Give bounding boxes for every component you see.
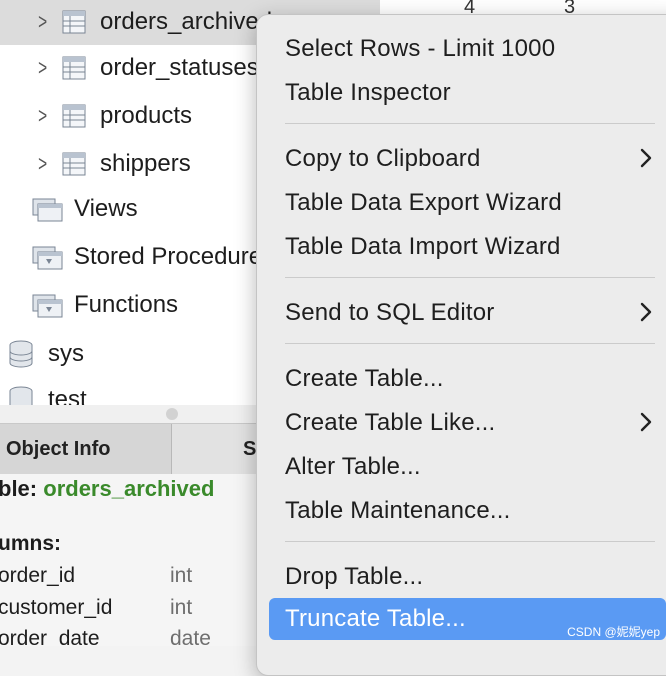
context-menu: Select Rows - Limit 1000 Table Inspector… [256, 14, 666, 676]
menu-item-copy-to-clipboard[interactable]: Copy to Clipboard [269, 138, 666, 180]
table-icon [62, 10, 86, 34]
menu-separator [285, 277, 655, 278]
column-type: date [170, 627, 211, 646]
menu-item-table-data-import-wizard[interactable]: Table Data Import Wizard [269, 226, 666, 268]
column-name: order_id [0, 564, 76, 587]
submenu-arrow-icon [640, 302, 652, 322]
menu-separator [285, 123, 655, 124]
submenu-arrow-icon [640, 148, 652, 168]
menu-item-table-data-export-wizard[interactable]: Table Data Export Wizard [269, 182, 666, 224]
tree-item-label: test [48, 386, 87, 405]
tree-item-label: products [100, 102, 193, 129]
column-name: order_date [0, 627, 100, 646]
menu-item-label: Alter Table... [285, 453, 421, 480]
table-icon [62, 104, 86, 128]
tree-item-label: order_statuses [100, 54, 259, 81]
tree-item-orders-archived[interactable]: > orders_archived [36, 0, 272, 46]
chevron-right-icon[interactable]: > [38, 9, 48, 35]
menu-item-table-maintenance[interactable]: Table Maintenance... [269, 490, 666, 532]
tree-item-label: Functions [74, 291, 179, 318]
menu-item-label: Send to SQL Editor [285, 299, 495, 326]
title-prefix: ble: [0, 476, 38, 501]
tree-item-label: Stored Procedures [74, 243, 275, 270]
submenu-arrow-icon [640, 412, 652, 432]
splitter-handle-icon[interactable] [166, 408, 178, 420]
tree-item-stored-procedures[interactable]: Stored Procedures [32, 233, 274, 281]
tree-item-products[interactable]: > products [36, 92, 192, 140]
menu-item-label: Table Data Export Wizard [285, 189, 562, 216]
column-type: int [170, 596, 193, 619]
tree-item-label: orders_archived [100, 8, 273, 35]
table-icon [62, 152, 86, 176]
column-type: int [170, 564, 193, 587]
views-folder-icon [32, 198, 63, 222]
chevron-right-icon[interactable]: > [38, 55, 48, 81]
menu-item-label: Drop Table... [285, 563, 424, 590]
chevron-right-icon[interactable]: > [38, 103, 48, 129]
tree-item-order-statuses[interactable]: > order_statuses [36, 44, 259, 92]
column-row: order_date [0, 627, 100, 646]
menu-item-send-to-sql-editor[interactable]: Send to SQL Editor [269, 292, 666, 334]
menu-item-alter-table[interactable]: Alter Table... [269, 446, 666, 488]
column-row: customer_id [0, 596, 112, 620]
table-name: orders_archived [43, 476, 215, 501]
menu-item-label: Create Table Like... [285, 409, 496, 436]
tree-item-label: Views [74, 195, 138, 222]
column-row: order_id [0, 564, 75, 588]
tab-object-info[interactable]: Object Info [0, 424, 172, 474]
functions-folder-icon [32, 294, 63, 318]
menu-item-drop-table[interactable]: Drop Table... [269, 556, 666, 598]
columns-header: umns: [0, 532, 61, 555]
menu-item-label: Select Rows - Limit 1000 [285, 35, 556, 62]
tree-item-views[interactable]: Views [32, 185, 138, 233]
menu-item-create-table[interactable]: Create Table... [269, 358, 666, 400]
tree-item-label: sys [48, 340, 84, 367]
menu-item-label: Table Inspector [285, 79, 451, 106]
menu-item-label: Table Data Import Wizard [285, 233, 561, 260]
menu-item-label: Create Table... [285, 365, 444, 392]
menu-item-label: Copy to Clipboard [285, 145, 481, 172]
procedures-folder-icon [32, 246, 63, 270]
menu-item-table-inspector[interactable]: Table Inspector [269, 72, 666, 114]
menu-item-create-table-like[interactable]: Create Table Like... [269, 402, 666, 444]
menu-separator [285, 343, 655, 344]
menu-separator [285, 541, 655, 542]
menu-item-label: Table Maintenance... [285, 497, 511, 524]
database-icon [9, 340, 33, 368]
tree-item-test[interactable]: test [8, 376, 87, 405]
table-icon [62, 56, 86, 80]
menu-item-label: Truncate Table... [285, 605, 466, 632]
tab-label: Object Info [6, 437, 111, 460]
database-icon [9, 386, 33, 405]
tab-label: S [243, 437, 257, 460]
tree-item-label: shippers [100, 150, 191, 177]
menu-item-select-rows[interactable]: Select Rows - Limit 1000 [269, 28, 666, 70]
tree-item-sys[interactable]: sys [8, 330, 84, 378]
column-name: customer_id [0, 596, 113, 619]
watermark: CSDN @妮妮yep [567, 625, 660, 639]
object-info-title: ble: orders_archived [0, 476, 214, 502]
tree-item-shippers[interactable]: > shippers [36, 140, 191, 188]
chevron-right-icon[interactable]: > [38, 151, 48, 177]
tree-item-functions[interactable]: Functions [32, 281, 178, 329]
